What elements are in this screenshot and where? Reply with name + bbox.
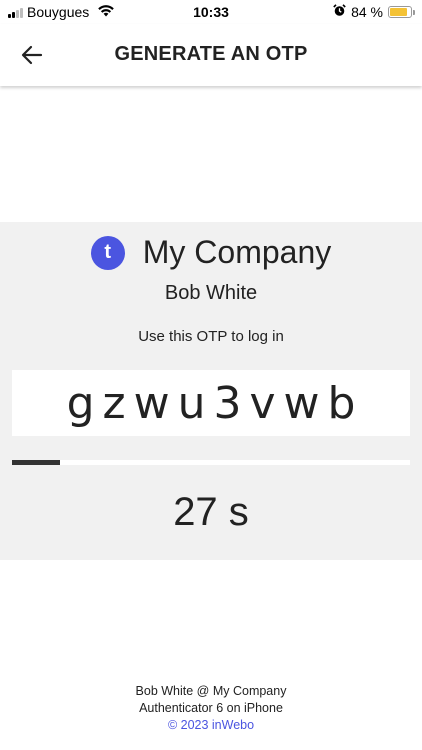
battery-icon xyxy=(388,6,415,18)
status-right: 84 % xyxy=(333,4,415,20)
battery-level xyxy=(390,8,407,16)
footer: Bob White @ My Company Authenticator 6 o… xyxy=(0,683,422,734)
carrier-label: Bouygues xyxy=(27,4,90,20)
otp-card: t My Company Bob White Use this OTP to l… xyxy=(0,222,422,560)
app-header: GENERATE AN OTP xyxy=(0,24,422,86)
company-logo: t xyxy=(90,235,125,270)
status-left: Bouygues xyxy=(8,4,115,20)
otp-progress-fill xyxy=(12,460,60,465)
otp-timer: 27 s xyxy=(173,490,249,534)
page-title: GENERATE AN OTP xyxy=(114,43,308,65)
alarm-icon xyxy=(333,4,346,20)
otp-progress-bar xyxy=(12,460,410,465)
footer-app-info: Authenticator 6 on iPhone xyxy=(139,701,283,715)
footer-account: Bob White @ My Company xyxy=(135,684,287,698)
wifi-icon xyxy=(97,4,115,20)
otp-code[interactable]: gzwu3vwb xyxy=(59,378,364,429)
signal-icon xyxy=(8,7,23,18)
otp-box[interactable]: gzwu3vwb xyxy=(12,370,410,436)
user-name: Bob White xyxy=(164,282,258,304)
status-bar: Bouygues 10:33 84 % xyxy=(0,0,422,24)
otp-instruction: Use this OTP to log in xyxy=(138,328,284,345)
battery-percent: 84 % xyxy=(351,4,383,20)
company-name: My Company xyxy=(142,234,332,270)
company-row: t My Company xyxy=(0,234,422,271)
footer-copyright-link[interactable]: © 2023 inWebo xyxy=(0,717,422,734)
